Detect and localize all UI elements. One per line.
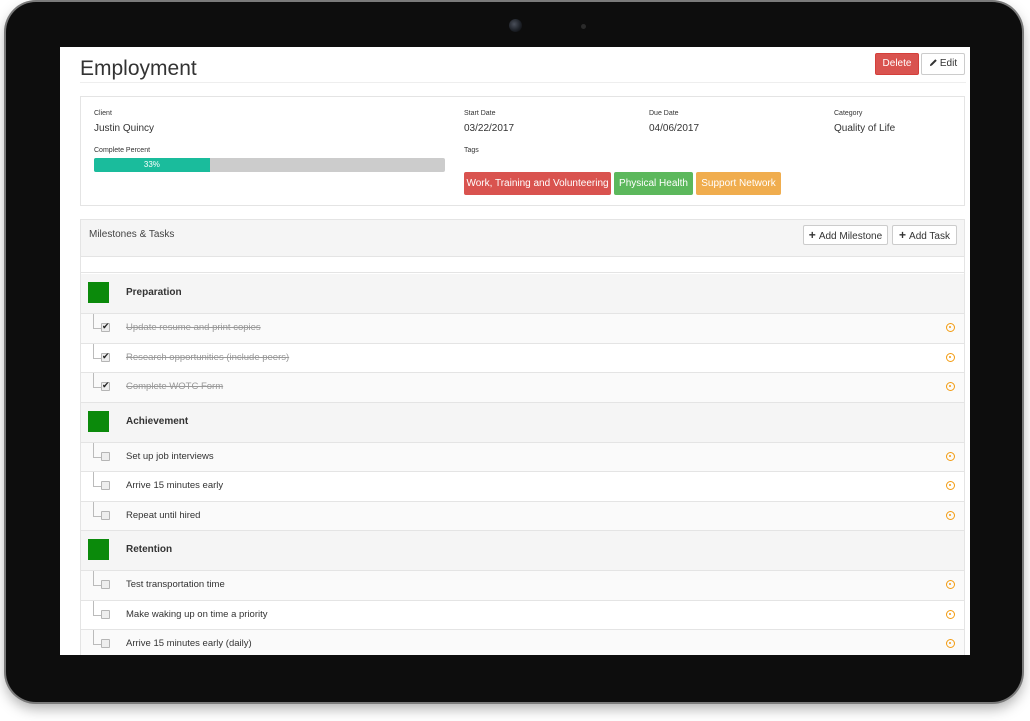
task-options-icon[interactable] (946, 510, 955, 520)
task-checkbox[interactable] (101, 380, 110, 391)
task-options-icon[interactable] (946, 451, 955, 461)
task-options-icon[interactable] (946, 382, 955, 391)
milestone-title: Achievement (126, 415, 189, 427)
task-title: Make waking up on time a priority (126, 608, 268, 620)
task-title: Test transportation time (126, 579, 225, 590)
category-label: Category (834, 110, 863, 117)
task-row[interactable]: Research opportunities (include peers) (81, 343, 964, 373)
milestone-row[interactable]: Retention (81, 531, 964, 571)
milestone-row[interactable]: Achievement (81, 402, 964, 443)
task-options-icon[interactable] (946, 323, 955, 332)
tag-support-network[interactable]: Support Network (696, 172, 781, 195)
task-row[interactable]: Arrive 15 minutes early (81, 472, 964, 502)
task-options-icon[interactable] (946, 639, 955, 648)
task-options-icon[interactable] (946, 580, 955, 589)
task-options-icon[interactable] (946, 481, 955, 490)
milestone-status-square (88, 282, 109, 303)
edit-button[interactable]: Edit (921, 53, 965, 75)
camera-icon (509, 19, 522, 32)
milestone-status-square (88, 539, 109, 560)
start-date-value: 03/22/2017 (464, 123, 515, 134)
task-options-icon[interactable] (946, 609, 955, 619)
tag-physical-health[interactable]: Physical Health (614, 172, 693, 195)
task-checkbox[interactable] (101, 481, 110, 490)
sensor-icon (581, 24, 586, 29)
task-title: Arrive 15 minutes early (daily) (126, 638, 252, 649)
category-value: Quality of Life (834, 123, 896, 134)
milestones-header: Milestones & Tasks + Add Milestone + Add T… (81, 220, 964, 257)
add-milestone-button[interactable]: + Add Milestone (803, 225, 888, 245)
title-divider (80, 82, 966, 83)
delete-button[interactable]: Delete (875, 53, 919, 75)
plus-icon: + (899, 228, 907, 242)
tag-work-training[interactable]: Work, Training and Volunteering (464, 172, 611, 195)
task-checkbox[interactable] (101, 580, 110, 589)
task-checkbox[interactable] (101, 609, 110, 619)
task-row[interactable]: Set up job interviews (81, 442, 964, 472)
pencil-icon (929, 59, 937, 67)
add-task-label: Add Task (909, 231, 950, 242)
app-screen: Employment Delete Edit Client Justin Qui… (60, 47, 970, 655)
client-value: Justin Quincy (94, 123, 155, 134)
task-checkbox[interactable] (101, 321, 110, 332)
task-title: Arrive 15 minutes early (126, 480, 224, 491)
task-row[interactable]: Arrive 15 minutes early (daily) (81, 630, 964, 655)
task-checkbox[interactable] (101, 451, 110, 461)
edit-button-label: Edit (939, 58, 958, 69)
task-checkbox[interactable] (101, 351, 110, 362)
due-date-label: Due Date (649, 110, 679, 117)
milestone-title: Retention (126, 544, 173, 555)
task-row[interactable]: Repeat until hired (81, 501, 964, 531)
tags-label: Tags (464, 147, 479, 154)
milestone-row[interactable]: Preparation (81, 274, 964, 314)
task-checkbox[interactable] (101, 639, 110, 648)
task-row[interactable]: Test transportation time (81, 571, 964, 601)
milestone-title: Preparation (126, 287, 182, 298)
progress-bar: 33% (94, 158, 445, 172)
task-title: Complete WOTC Form (126, 381, 224, 392)
task-title: Update resume and print copies (126, 322, 261, 333)
task-row[interactable]: Complete WOTC Form (81, 373, 964, 403)
milestone-status-square (88, 410, 109, 432)
task-checkbox[interactable] (101, 510, 110, 520)
spacer-row (81, 257, 964, 273)
complete-percent-label: Complete Percent (94, 147, 151, 154)
plus-icon: + (808, 228, 816, 242)
task-title: Research opportunities (include peers) (126, 351, 290, 363)
task-options-icon[interactable] (946, 352, 955, 362)
start-date-label: Start Date (464, 110, 496, 117)
task-title: Set up job interviews (126, 450, 214, 462)
milestone-list: Preparation Update resume and print copie… (81, 274, 964, 655)
task-row[interactable]: Make waking up on time a priority (81, 600, 964, 630)
client-label: Client (94, 110, 112, 117)
task-row[interactable]: Update resume and print copies (81, 314, 964, 344)
milestones-panel: Milestones & Tasks + Add Milestone + Add T… (80, 219, 965, 655)
due-date-value: 04/06/2017 (649, 123, 700, 134)
add-task-button[interactable]: + Add Task (892, 225, 957, 245)
progress-fill: 33% (94, 158, 210, 172)
milestones-title: Milestones & Tasks (89, 229, 175, 240)
task-title: Repeat until hired (126, 509, 201, 521)
page-title: Employment (80, 57, 197, 80)
goal-info-panel: Client Justin Quincy Start Date 03/22/20… (80, 96, 965, 206)
add-milestone-label: Add Milestone (818, 231, 883, 242)
